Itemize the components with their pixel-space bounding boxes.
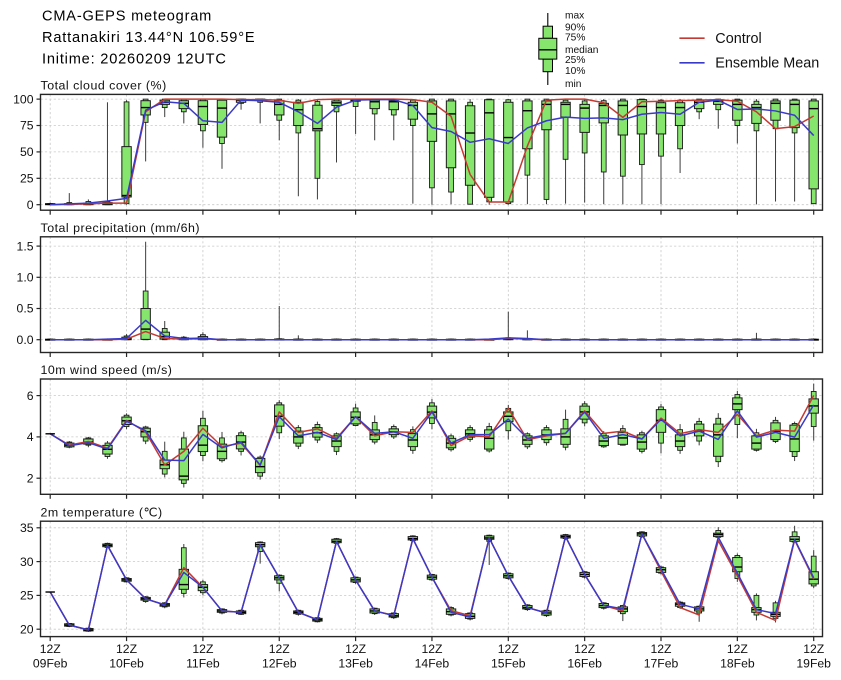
svg-text:14Feb: 14Feb [415,657,450,671]
svg-text:Initime: 20260209 12UTC: Initime: 20260209 12UTC [42,52,227,68]
svg-text:09Feb: 09Feb [33,657,68,671]
svg-text:12Z: 12Z [574,642,596,656]
svg-text:max: max [565,10,584,21]
svg-text:0.5: 0.5 [17,302,34,316]
svg-text:Total precipitation (mm/6h): Total precipitation (mm/6h) [41,221,201,235]
svg-text:12Z: 12Z [421,642,443,656]
svg-text:12Z: 12Z [116,642,138,656]
svg-text:12Z: 12Z [803,642,825,656]
svg-text:50: 50 [20,145,34,159]
svg-text:25%: 25% [565,55,585,66]
svg-text:2: 2 [27,471,34,485]
svg-text:12Z: 12Z [192,642,214,656]
svg-text:100: 100 [13,92,34,106]
svg-text:1.0: 1.0 [17,271,34,285]
svg-text:11Feb: 11Feb [186,657,220,671]
svg-text:25: 25 [20,589,34,603]
svg-text:13Feb: 13Feb [338,657,373,671]
svg-text:19Feb: 19Feb [796,657,831,671]
svg-text:0.0: 0.0 [17,333,34,347]
svg-text:75%: 75% [565,33,585,44]
svg-text:20: 20 [20,622,34,636]
svg-text:6: 6 [27,389,34,403]
svg-text:Ensemble Mean: Ensemble Mean [715,55,819,71]
svg-text:30: 30 [20,555,34,569]
svg-text:12Z: 12Z [269,642,291,656]
svg-text:12Feb: 12Feb [262,657,297,671]
svg-text:min: min [565,79,581,90]
svg-text:12Z: 12Z [727,642,749,656]
svg-text:12Z: 12Z [650,642,672,656]
svg-text:Total cloud cover (%): Total cloud cover (%) [41,79,167,93]
svg-text:25: 25 [20,172,34,186]
svg-text:Rattanakiri 13.44°N 106.59°E: Rattanakiri 13.44°N 106.59°E [42,30,255,46]
svg-text:18Feb: 18Feb [720,657,755,671]
svg-text:0: 0 [27,198,34,212]
svg-text:75: 75 [20,119,34,133]
svg-text:CMA-GEPS meteogram: CMA-GEPS meteogram [42,9,212,25]
svg-text:35: 35 [20,521,34,535]
svg-text:10Feb: 10Feb [109,657,144,671]
svg-text:4: 4 [27,430,34,444]
svg-text:Control: Control [715,31,761,47]
svg-text:17Feb: 17Feb [644,657,679,671]
svg-text:12Z: 12Z [498,642,520,656]
svg-text:16Feb: 16Feb [567,657,602,671]
svg-text:1.5: 1.5 [17,239,34,253]
svg-text:10%: 10% [565,66,585,77]
svg-text:2m temperature (℃): 2m temperature (℃) [41,505,163,519]
svg-text:12Z: 12Z [40,642,62,656]
svg-text:10m wind speed (m/s): 10m wind speed (m/s) [41,363,173,377]
svg-text:15Feb: 15Feb [491,657,526,671]
svg-text:12Z: 12Z [345,642,367,656]
